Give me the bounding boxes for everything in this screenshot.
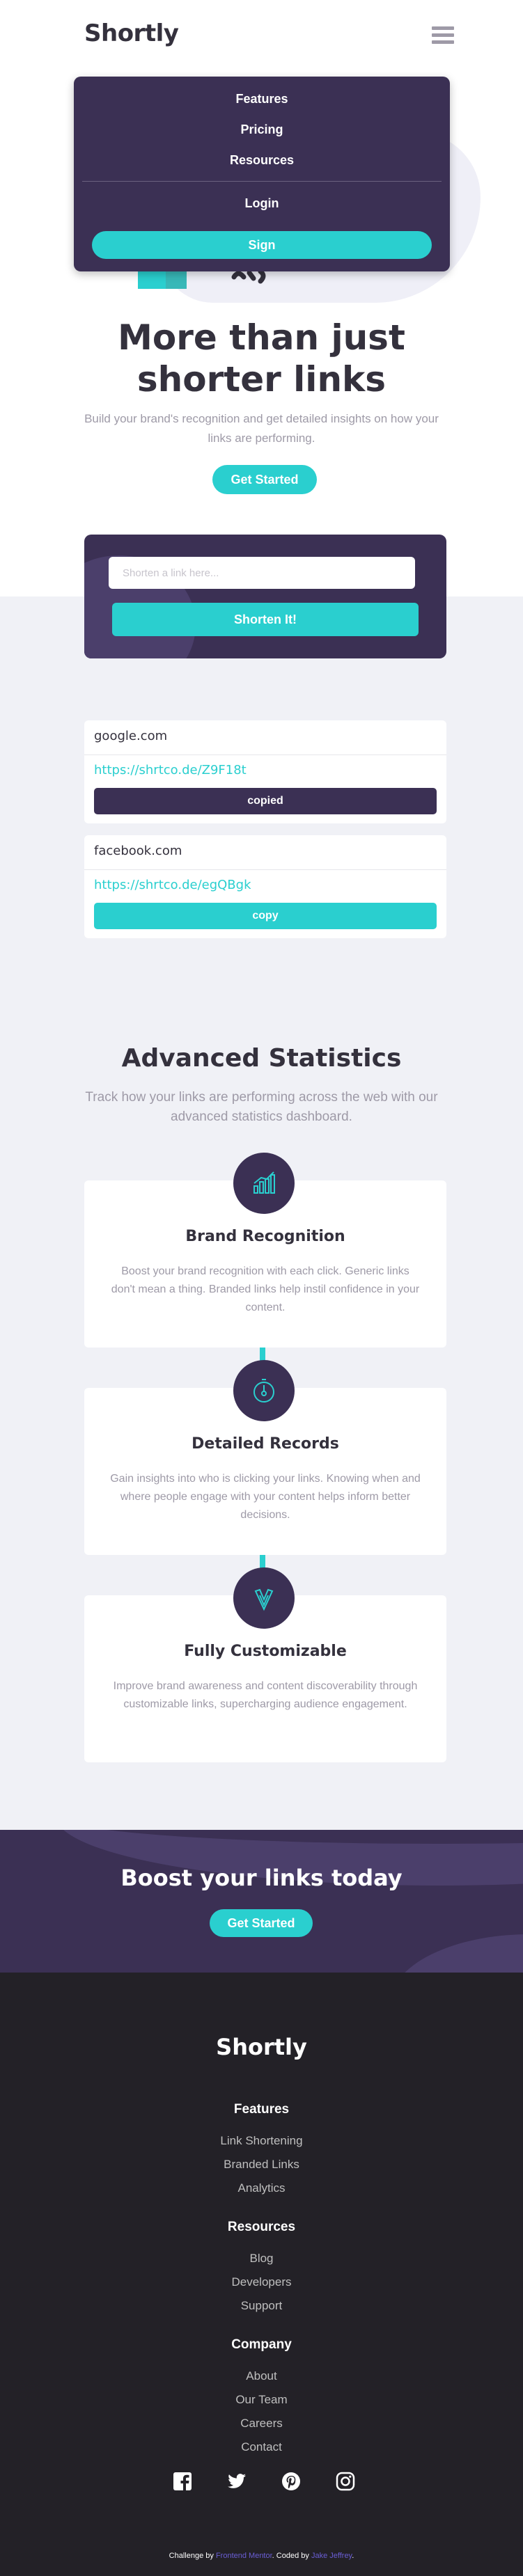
feature-card-title: Brand Recognition xyxy=(185,1228,345,1245)
hero-subtitle: Build your brand's recognition and get d… xyxy=(84,412,439,445)
copy-button[interactable]: copy xyxy=(94,903,437,929)
hero-title: More than just shorter links xyxy=(0,317,523,400)
link-input[interactable] xyxy=(109,557,415,589)
boost-get-started-button[interactable]: Get Started xyxy=(210,1909,313,1937)
feature-card-text: Improve brand awareness and content disc… xyxy=(113,1680,418,1710)
hero-get-started-button[interactable]: Get Started xyxy=(212,465,317,494)
footer-link[interactable]: Link Shortening xyxy=(0,2134,523,2148)
statistics-subtitle: Track how your links are performing acro… xyxy=(85,1090,438,1124)
twitter-icon[interactable] xyxy=(227,2472,247,2491)
chart-icon xyxy=(233,1153,295,1214)
menu-divider xyxy=(82,181,442,182)
footer-link[interactable]: Careers xyxy=(0,2417,523,2431)
site-footer: Shortly Features Link Shortening Branded… xyxy=(0,1973,523,2576)
copy-button[interactable]: copied xyxy=(94,788,437,814)
footer-link[interactable]: Analytics xyxy=(0,2181,523,2195)
gauge-icon xyxy=(233,1360,295,1421)
logo[interactable]: Shortly xyxy=(84,19,179,47)
site-header: Shortly xyxy=(0,0,523,70)
footer-column-title: Resources xyxy=(227,2220,296,2234)
footer-link[interactable]: Contact xyxy=(0,2440,523,2454)
footer-link[interactable]: Our Team xyxy=(0,2393,523,2407)
short-url[interactable]: https://shrtco.de/Z9F18t xyxy=(94,763,247,777)
original-url: google.com xyxy=(94,729,168,743)
link-result-card: google.com https://shrtco.de/Z9F18t copi… xyxy=(84,720,446,823)
link-result-card: facebook.com https://shrtco.de/egQBgk co… xyxy=(84,835,446,938)
footer-link[interactable]: About xyxy=(0,2369,523,2383)
footer-link[interactable]: Blog xyxy=(0,2252,523,2266)
statistics-title: Advanced Statistics xyxy=(121,1044,402,1073)
boost-section: Boost your links today Get Started xyxy=(0,1830,523,1973)
frontend-mentor-link[interactable]: Frontend Mentor xyxy=(216,2552,272,2560)
shorten-button[interactable]: Shorten It! xyxy=(112,603,419,636)
hamburger-menu-icon[interactable] xyxy=(432,26,454,46)
feature-card-title: Detailed Records xyxy=(192,1435,339,1453)
result-divider xyxy=(84,869,446,870)
menu-item-resources[interactable]: Resources xyxy=(74,153,450,168)
feature-card-title: Fully Customizable xyxy=(184,1643,347,1660)
boost-title: Boost your links today xyxy=(120,1865,403,1891)
signup-button[interactable]: Sign xyxy=(92,231,432,259)
mobile-menu: Features Pricing Resources Login Sign xyxy=(74,77,450,271)
result-divider xyxy=(84,754,446,755)
menu-item-features[interactable]: Features xyxy=(74,92,450,106)
attribution-prefix: Challenge by xyxy=(169,2552,214,2560)
footer-column-title: Company xyxy=(231,2337,292,2352)
feature-card-text: Gain insights into who is clicking your … xyxy=(110,1473,421,1521)
attribution-middle: Coded by xyxy=(276,2552,309,2560)
attribution: Challenge by Frontend Mentor. Coded by J… xyxy=(169,2552,354,2560)
short-url[interactable]: https://shrtco.de/egQBgk xyxy=(94,878,251,892)
menu-item-pricing[interactable]: Pricing xyxy=(74,123,450,137)
login-link[interactable]: Login xyxy=(74,196,450,211)
hero-title-line-2: shorter links xyxy=(136,359,387,400)
footer-link[interactable]: Branded Links xyxy=(0,2158,523,2172)
footer-link[interactable]: Support xyxy=(0,2299,523,2313)
shorten-form: Shorten It! xyxy=(84,535,446,658)
hero-title-line-1: More than just xyxy=(118,317,405,358)
original-url: facebook.com xyxy=(94,844,182,858)
pinterest-icon[interactable] xyxy=(281,2472,301,2491)
author-link[interactable]: Jake Jeffrey xyxy=(311,2552,352,2560)
footer-link[interactable]: Developers xyxy=(0,2275,523,2289)
footer-column-title: Features xyxy=(233,2102,290,2117)
instagram-icon[interactable] xyxy=(336,2472,355,2491)
facebook-icon[interactable] xyxy=(173,2472,192,2491)
feature-card-text: Boost your brand recognition with each c… xyxy=(111,1265,420,1313)
boost-background-pattern xyxy=(390,1934,523,1973)
brush-icon xyxy=(233,1567,295,1629)
footer-logo[interactable]: Shortly xyxy=(0,2034,523,2060)
